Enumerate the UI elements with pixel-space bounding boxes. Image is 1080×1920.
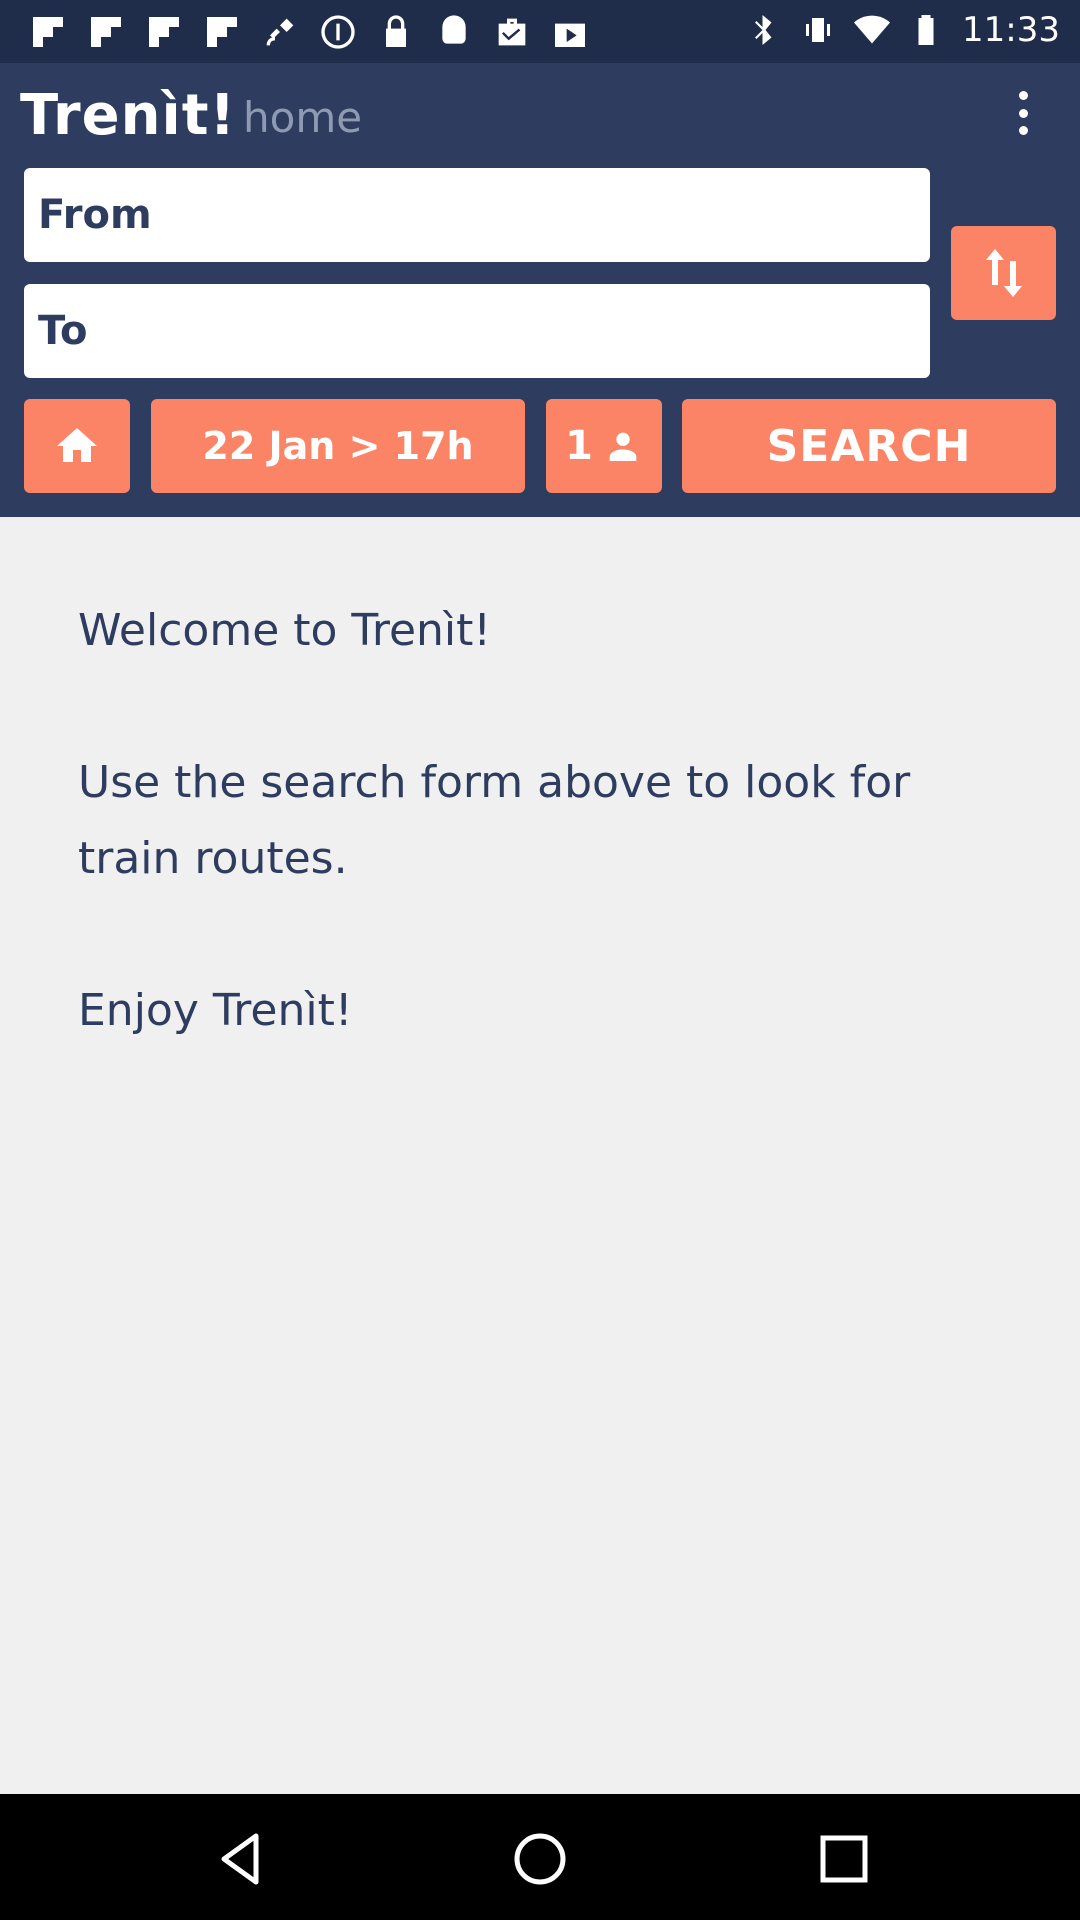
- home-icon: [57, 428, 97, 462]
- flipboard-icon: [149, 17, 179, 47]
- overflow-menu-icon[interactable]: [1008, 91, 1038, 135]
- status-bar: 11:33: [0, 0, 1080, 63]
- person-icon: [609, 432, 637, 461]
- welcome-message: Welcome to Trenìt! Use the search form a…: [78, 593, 978, 1049]
- to-field[interactable]: [24, 284, 930, 378]
- welcome-heading: Welcome to Trenìt!: [78, 605, 492, 656]
- welcome-instructions: Use the search form above to look for tr…: [78, 757, 911, 884]
- passengers-count: 1: [565, 423, 593, 469]
- briefcase-check-icon: [498, 18, 526, 46]
- play-store-icon: [555, 23, 585, 47]
- lock-icon: [386, 15, 406, 48]
- battery-icon: [918, 15, 934, 45]
- to-input[interactable]: [24, 284, 930, 378]
- wifi-icon: [854, 15, 891, 44]
- from-input[interactable]: [24, 168, 930, 262]
- back-icon[interactable]: [212, 1830, 270, 1888]
- app-header: Trenìt! home 22 Jan > 17h 1 SEARCH: [0, 63, 1080, 517]
- flipboard-icon: [33, 17, 63, 47]
- swap-stations-button[interactable]: [951, 226, 1056, 320]
- clock: 11:33: [962, 10, 1060, 50]
- android-icon: [442, 15, 466, 44]
- app-logo: Trenìt!: [20, 83, 237, 148]
- notification-icons: [26, 12, 592, 52]
- navigation-bar: [0, 1794, 1080, 1920]
- flipboard-icon: [207, 17, 237, 47]
- recents-icon[interactable]: [815, 1830, 873, 1888]
- bluetooth-icon: [755, 15, 772, 45]
- blocked-icon: [321, 15, 355, 49]
- welcome-closing: Enjoy Trenìt!: [78, 985, 353, 1036]
- search-button[interactable]: SEARCH: [682, 399, 1056, 493]
- page-title: home: [243, 93, 363, 142]
- flipboard-icon: [91, 17, 121, 47]
- fake-gps-icon: [266, 18, 294, 46]
- from-field[interactable]: [24, 168, 930, 262]
- passengers-button[interactable]: 1: [546, 399, 662, 493]
- swap-arrows-icon: [985, 249, 1022, 297]
- vibrate-icon: [806, 18, 831, 42]
- system-status: 11:33: [746, 10, 1060, 50]
- home-nav-icon[interactable]: [511, 1830, 569, 1888]
- home-button[interactable]: [24, 399, 130, 493]
- date-time-button[interactable]: 22 Jan > 17h: [151, 399, 525, 493]
